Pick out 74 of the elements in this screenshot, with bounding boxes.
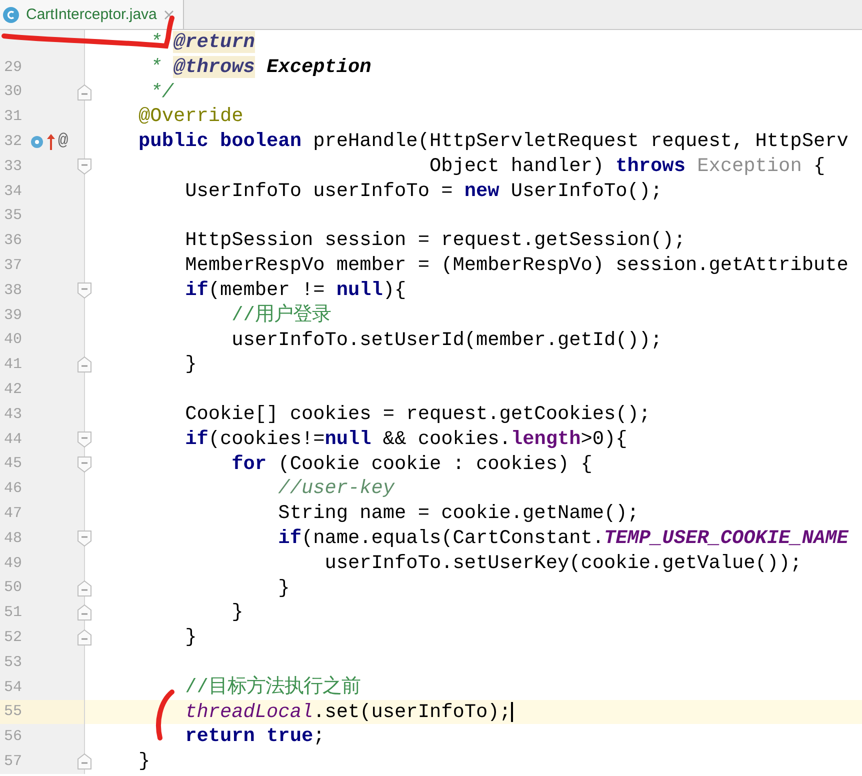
line-number: 40 [2,331,22,348]
code-line: @Override [138,104,244,130]
close-icon[interactable] [162,8,175,20]
line-number: 42 [2,381,22,398]
line-number: 48 [2,530,22,547]
code-line: } [277,576,290,600]
line-number: 38 [2,282,22,299]
fold-icon[interactable] [77,530,92,547]
class-icon [2,6,20,24]
code-line: threadLocal.set(userInfoTo); [184,700,511,724]
line-number: 29 [2,58,22,76]
line-number: 57 [2,753,22,770]
code-line: } [184,625,197,650]
code-line: //用户登录 [230,302,331,328]
line-number: 30 [2,83,22,100]
line-number: 35 [2,207,22,224]
line-number: 43 [2,406,22,423]
line-number: 32 [2,133,22,150]
code-line: return true; [184,724,325,750]
code-line: String name = cookie.getName(); [277,501,639,526]
line-number: 51 [2,604,22,622]
code-line: userInfoTo.setUserId(member.getId()); [230,328,662,352]
fold-icon[interactable] [77,430,92,448]
up-arrow-icon[interactable] [46,132,56,151]
code-line: */ [149,80,174,104]
line-number: 52 [2,629,22,646]
line-number: 36 [2,232,22,250]
text-cursor [510,702,513,722]
fold-icon[interactable] [77,356,92,374]
line-number: 34 [2,182,22,200]
fold-icon[interactable] [77,282,92,299]
code-line: HttpSession session = request.getSession(); [184,228,686,254]
line-number: 46 [2,480,22,498]
line-number: 41 [2,356,22,374]
line-number: 37 [2,257,22,274]
fold-icon[interactable] [77,580,92,597]
line-number: 44 [2,430,22,448]
line-number: 49 [2,554,22,572]
code-line: Cookie[] cookies = request.getCookies(); [184,402,651,427]
code-line: if(member != null){ [184,278,406,303]
code-line: userInfoTo.setUserKey(cookie.getValue()); [324,550,802,576]
implementation-icon[interactable] [30,134,44,149]
code-line: Object handler) throws Exception { [428,154,826,179]
line-number: 55 [2,703,22,720]
line-number: 50 [2,579,22,596]
code-line: //目标方法执行之前 [184,674,360,700]
line-number: 47 [2,505,22,522]
annotation-marker[interactable]: @ [58,132,68,152]
line-number: 39 [2,306,22,324]
annotation-stroke [156,690,174,740]
code-line: for (Cookie cookie : cookies) { [230,452,592,476]
code-line: if(cookies!=null && cookies.length>0){ [184,426,628,452]
code-line: UserInfoTo userInfoTo = new UserInfoTo(); [184,178,662,204]
fold-icon[interactable] [77,629,92,646]
code-line: public boolean preHandle(HttpServletRequest request, HttpServ [138,129,848,154]
fold-icon[interactable] [77,753,92,770]
code-line: if(name.equals(CartConstant.TEMP_USER_COOKIE_NAME [277,526,848,551]
fold-icon[interactable] [77,456,92,473]
fold-icon[interactable] [77,84,92,101]
line-number: 33 [2,158,22,175]
line-number: 45 [2,455,22,472]
line-number: 56 [2,728,22,746]
code-line: } [230,600,244,626]
code-line: MemberRespVo member = (MemberRespVo) session.getAttribute [184,253,848,278]
line-number: 54 [2,678,22,696]
fold-icon[interactable] [77,158,92,175]
code-line: * @throws Exception [149,54,372,80]
code-line: } [184,352,197,378]
code-line: } [138,749,150,774]
fold-icon[interactable] [77,604,92,622]
line-number: 53 [2,654,22,671]
file-tab[interactable]: CartInterceptor.java [0,0,184,29]
line-number: 31 [2,108,22,126]
code-line: //user-key [277,476,395,502]
